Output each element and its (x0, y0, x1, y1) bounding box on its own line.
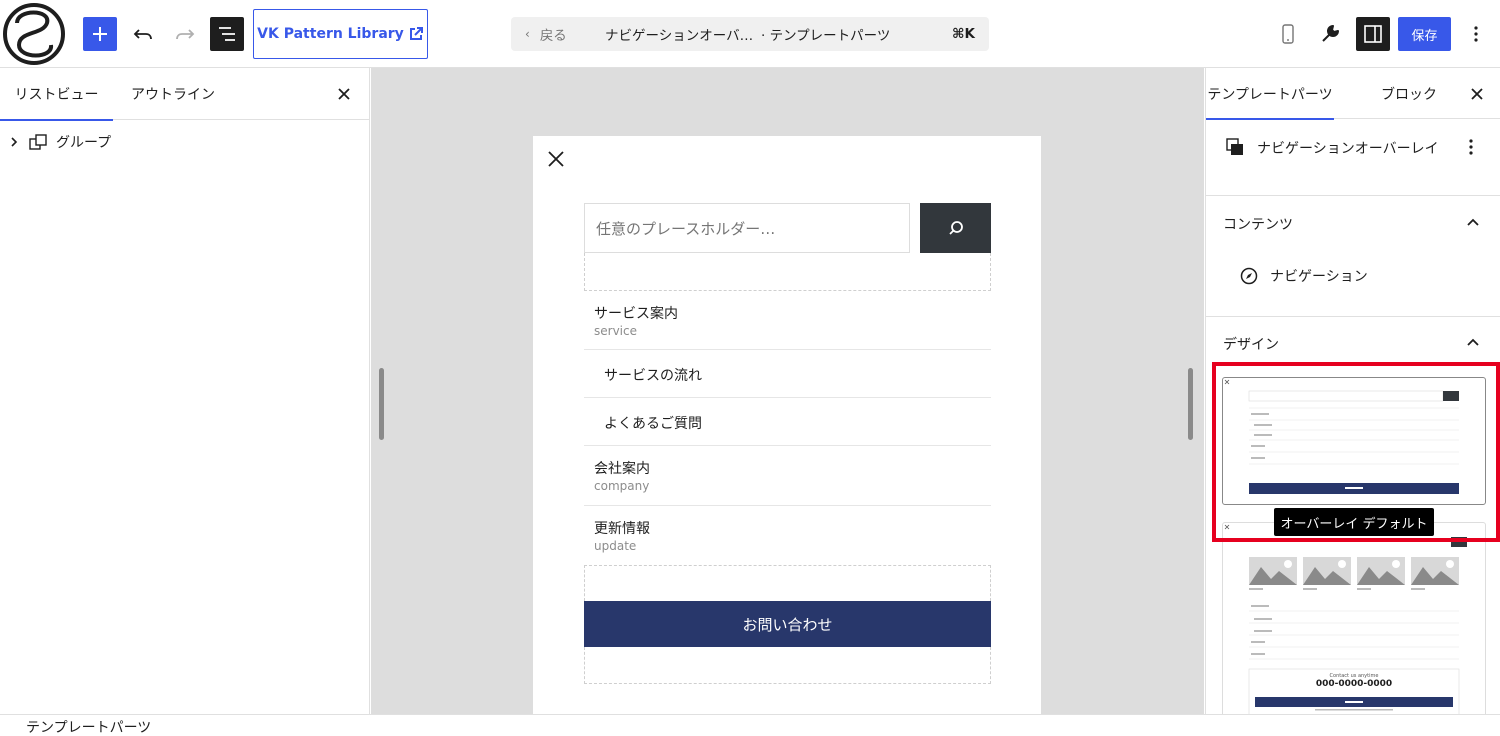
more-vertical-icon (1474, 26, 1478, 42)
site-icon-button[interactable] (0, 0, 68, 68)
more-vertical-icon (1469, 139, 1473, 155)
undo-button[interactable] (126, 17, 160, 51)
command-bar[interactable]: ‹ 戻る ナビゲーションオーバ… · テンプレートパーツ ⌘K (511, 17, 989, 51)
design-thumbnail-with-images[interactable]: Contact us anytime 000-0000-0000 (1222, 522, 1486, 714)
breadcrumb-item[interactable]: テンプレートパーツ (26, 717, 151, 736)
vk-pattern-library-button[interactable]: VK Pattern Library (253, 9, 428, 59)
content-panel-toggle[interactable] (1462, 211, 1484, 233)
tab-outline[interactable]: アウトライン (131, 68, 215, 120)
document-type: · テンプレートパーツ (761, 28, 891, 44)
site-editor: VK Pattern Library ‹ 戻る ナビゲーションオーバ… · テン… (0, 0, 1500, 736)
nav-item-company[interactable]: 会社案内 company (584, 446, 991, 506)
design-panel-title: デザイン (1223, 337, 1279, 353)
close-list-view-button[interactable] (330, 80, 358, 108)
nav-item-description: company (594, 479, 650, 493)
overlay-close-icon[interactable] (545, 148, 567, 170)
editor-canvas: 任意のプレースホルダー… サービス案内 service サービスの流れ よくある… (371, 68, 1204, 714)
sidebar-tabs: テンプレートパーツ ブロック (1206, 68, 1500, 120)
nav-item-faq[interactable]: よくあるご質問 (584, 398, 991, 446)
overlay-preview-frame: 任意のプレースホルダー… サービス案内 service サービスの流れ よくある… (533, 136, 1041, 714)
sidebar-icon (1364, 25, 1382, 43)
tools-button[interactable] (1313, 17, 1347, 51)
design-panel-toggle[interactable] (1462, 331, 1484, 353)
settings-sidebar-button[interactable] (1356, 17, 1390, 51)
navigation-label: ナビゲーション (1270, 269, 1368, 285)
design-tooltip: オーバーレイ デフォルト (1274, 508, 1434, 536)
content-panel-header[interactable]: コンテンツ (1206, 197, 1500, 249)
mobile-icon (1282, 24, 1294, 44)
list-view-item-label: グループ (56, 135, 112, 151)
tab-list-view[interactable]: リストビュー (0, 68, 113, 121)
external-link-icon (409, 27, 423, 40)
redo-icon (176, 29, 195, 40)
search-button[interactable] (920, 203, 991, 253)
save-button[interactable]: 保存 (1398, 17, 1451, 51)
nav-item-description: update (594, 539, 637, 553)
chevron-right-icon (11, 137, 18, 147)
close-sidebar-button[interactable] (1463, 80, 1491, 108)
resize-handle-right[interactable] (1188, 368, 1193, 440)
block-card-options-button[interactable] (1464, 135, 1478, 159)
options-button[interactable] (1459, 17, 1493, 51)
block-card-title: ナビゲーションオーバーレイ (1257, 141, 1439, 157)
list-view-item[interactable]: グループ (8, 128, 111, 156)
nav-item-label: 更新情報 (594, 521, 650, 537)
block-card: ナビゲーションオーバーレイ (1206, 119, 1500, 196)
close-icon (1471, 88, 1483, 100)
redo-button[interactable] (168, 17, 202, 51)
nav-item-label: サービス案内 (594, 306, 678, 322)
plus-icon (93, 27, 107, 41)
block-breadcrumb-bar: テンプレートパーツ (0, 714, 1500, 736)
tab-block[interactable]: ブロック (1381, 68, 1437, 119)
content-panel-title: コンテンツ (1223, 217, 1293, 233)
site-logo-icon (3, 3, 65, 65)
settings-sidebar: テンプレートパーツ ブロック ナビゲーションオーバーレイ コンテンツ ナビゲーシ… (1205, 68, 1500, 714)
thumbnail-phone: 000-0000-0000 (1315, 679, 1393, 689)
nav-item-service[interactable]: サービス案内 service (584, 291, 991, 350)
chevron-up-icon (1467, 338, 1479, 346)
nav-item-label: 会社案内 (594, 461, 650, 477)
nav-item-description: service (594, 324, 637, 338)
nav-item-update[interactable]: 更新情報 update (584, 506, 991, 565)
block-inserter-button[interactable] (83, 17, 117, 51)
empty-block-area (584, 647, 991, 684)
nav-item-label: サービスの流れ (604, 368, 702, 384)
group-block-icon (29, 134, 47, 150)
undo-icon (133, 29, 152, 40)
search-icon (948, 221, 963, 235)
chevron-left-icon: ‹ (525, 27, 530, 41)
wrench-icon (1322, 25, 1339, 42)
compass-icon (1240, 267, 1258, 285)
contact-button[interactable]: お問い合わせ (584, 601, 991, 647)
close-icon (338, 88, 350, 100)
editor-header: VK Pattern Library ‹ 戻る ナビゲーションオーバ… · テン… (0, 0, 1500, 68)
empty-block-area (584, 565, 991, 601)
vk-pattern-library-label: VK Pattern Library (257, 26, 404, 42)
back-button[interactable]: ‹ 戻る (525, 17, 567, 51)
back-label: 戻る (539, 28, 567, 44)
list-view-icon (219, 27, 235, 41)
document-title: ナビゲーションオーバ… (605, 28, 754, 44)
device-preview-button[interactable] (1271, 17, 1305, 51)
list-view-panel: リストビュー アウトライン グループ (0, 68, 370, 714)
search-input[interactable]: 任意のプレースホルダー… (584, 203, 910, 253)
nav-item-label: よくあるご質問 (604, 416, 702, 432)
template-part-icon (1226, 138, 1243, 155)
navigation-block-entry[interactable]: ナビゲーション (1240, 266, 1368, 286)
chevron-up-icon (1467, 218, 1479, 226)
tab-template-part[interactable]: テンプレートパーツ (1206, 68, 1334, 120)
list-view-tabs: リストビュー アウトライン (0, 68, 369, 121)
nav-item-service-flow[interactable]: サービスの流れ (584, 350, 991, 398)
resize-handle-left[interactable] (379, 368, 384, 440)
document-overview-button[interactable] (210, 17, 244, 51)
empty-block-area (584, 253, 991, 291)
command-shortcut: ⌘K (952, 26, 975, 42)
